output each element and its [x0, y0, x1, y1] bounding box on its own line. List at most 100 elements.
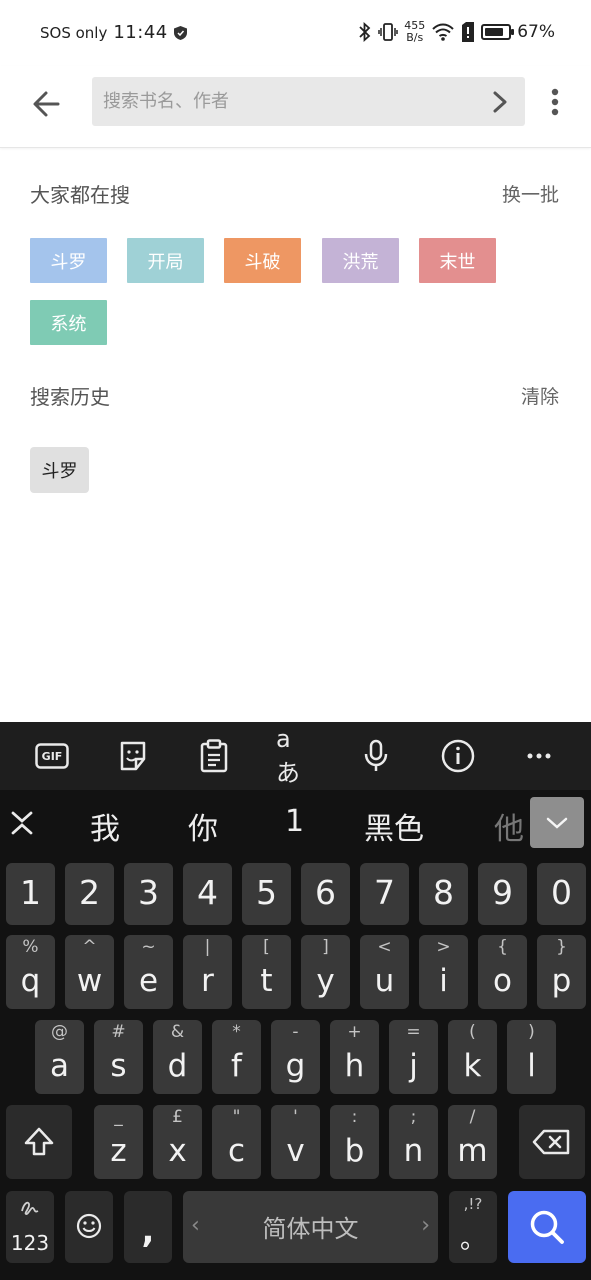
keyboard-key[interactable]: 6	[301, 863, 350, 925]
info-icon[interactable]	[440, 739, 476, 773]
keyboard-key[interactable]: 2	[65, 863, 114, 925]
keyboard-key[interactable]: | r	[183, 935, 232, 1009]
keyboard-key[interactable]: # s	[94, 1020, 143, 1094]
shift-key[interactable]	[6, 1105, 72, 1179]
key-label: 8	[433, 873, 454, 912]
key-label: 5	[256, 873, 277, 912]
search-key[interactable]	[508, 1191, 586, 1263]
key-secondary-label: +	[347, 1022, 362, 1042]
battery-percent: 67%	[517, 22, 555, 42]
battery-icon	[481, 24, 515, 40]
tag-label: 系统	[50, 313, 87, 335]
search-input[interactable]	[103, 77, 473, 126]
keyboard-key[interactable]: ' v	[271, 1105, 320, 1179]
trending-tag[interactable]: 洪荒	[322, 238, 399, 283]
key-secondary-label: "	[232, 1107, 241, 1127]
more-icon[interactable]	[521, 739, 557, 773]
keyboard-key[interactable]: @ a	[35, 1020, 84, 1094]
keyboard-key[interactable]: < u	[360, 935, 409, 1009]
keyboard-key[interactable]: 3	[124, 863, 173, 925]
trending-tag[interactable]: 末世	[419, 238, 496, 283]
emoji-key[interactable]	[65, 1191, 113, 1263]
key-secondary-label: £	[172, 1107, 183, 1127]
keyboard-key[interactable]: ~ e	[124, 935, 173, 1009]
suggestion-item[interactable]: 我	[90, 804, 120, 848]
key-secondary-label: ^	[82, 937, 97, 957]
suggestion-bar: 我 你 1 黑色 他	[0, 790, 591, 856]
keyboard-key[interactable]: 1	[6, 863, 55, 925]
keyboard-key[interactable]: = j	[389, 1020, 438, 1094]
history-item[interactable]: 斗罗	[30, 447, 89, 493]
keyboard-key[interactable]: > i	[419, 935, 468, 1009]
key-secondary-label: #	[111, 1022, 126, 1042]
key-label: l	[527, 1048, 536, 1084]
keyboard-key[interactable]: ^ w	[65, 935, 114, 1009]
key-label: o	[493, 963, 512, 999]
key-secondary-label: =	[406, 1022, 421, 1042]
keyboard-key[interactable]: [t	[242, 935, 291, 1009]
trending-tag[interactable]: 斗破	[224, 238, 301, 283]
keyboard-key[interactable]: " c	[212, 1105, 261, 1179]
keyboard-key[interactable]: / m	[448, 1105, 497, 1179]
backspace-key[interactable]	[519, 1105, 585, 1179]
keyboard-key[interactable]: {o	[478, 935, 527, 1009]
key-secondary-label: (	[469, 1022, 476, 1042]
space-key[interactable]: ‹ 简体中文 ›	[183, 1191, 438, 1263]
keyboard-key[interactable]: ) l	[507, 1020, 556, 1094]
history-item-label: 斗罗	[41, 461, 78, 482]
translate-icon[interactable]: aあ	[276, 725, 312, 787]
key-label: p	[551, 963, 572, 999]
tag-label: 洪荒	[342, 251, 379, 273]
keyboard-key[interactable]: £ x	[153, 1105, 202, 1179]
keyboard-key[interactable]: 7	[360, 863, 409, 925]
period-key[interactable]: ,!? 。	[449, 1191, 497, 1263]
keyboard-key[interactable]: % q	[6, 935, 55, 1009]
refresh-batch-button[interactable]: 换一批	[502, 180, 559, 207]
trending-tag[interactable]: 斗罗	[30, 238, 107, 283]
clear-history-button[interactable]: 清除	[521, 382, 559, 409]
keyboard-key[interactable]: _ z	[94, 1105, 143, 1179]
keyboard-key[interactable]: & d	[153, 1020, 202, 1094]
key-label: c	[227, 1133, 246, 1169]
search-box[interactable]	[92, 77, 525, 126]
translate-label: aあ	[276, 724, 300, 787]
keyboard-key[interactable]: :b	[330, 1105, 379, 1179]
suggestion-item[interactable]: 你	[188, 804, 218, 848]
keyboard-key[interactable]: 8	[419, 863, 468, 925]
clipboard-icon[interactable]	[196, 739, 232, 773]
suggestion-item[interactable]: 黑色	[364, 804, 424, 848]
keyboard-key[interactable]: + h	[330, 1020, 379, 1094]
keyboard-key[interactable]: ] y	[301, 935, 350, 1009]
suggestion-item[interactable]: 1	[285, 804, 304, 839]
more-vertical-icon[interactable]	[545, 86, 565, 118]
key-secondary-label: /	[469, 1107, 476, 1127]
keyboard-key[interactable]: (k	[448, 1020, 497, 1094]
collapse-keyboard-icon[interactable]	[9, 810, 35, 836]
keyboard-key[interactable]: * f	[212, 1020, 261, 1094]
chevron-right-icon[interactable]	[489, 90, 511, 114]
comma-key[interactable]: ,	[124, 1191, 172, 1263]
keyboard-key[interactable]: -g	[271, 1020, 320, 1094]
suggestion-item[interactable]: 他	[494, 804, 528, 848]
key-label: m	[457, 1133, 488, 1169]
keyboard-key[interactable]: 5	[242, 863, 291, 925]
keyboard-key[interactable]: 9	[478, 863, 527, 925]
comma-key-label: ,	[141, 1211, 155, 1251]
microphone-icon[interactable]	[358, 739, 394, 773]
keyboard-key[interactable]: } p	[537, 935, 586, 1009]
trending-tag[interactable]: 开局	[127, 238, 204, 283]
sticker-icon[interactable]	[115, 739, 151, 773]
trending-tag[interactable]: 系统	[30, 300, 107, 345]
key-label: f	[231, 1048, 242, 1084]
key-label: 0	[551, 873, 572, 912]
symbols-key[interactable]: 123	[6, 1191, 54, 1263]
expand-suggestions-button[interactable]	[530, 797, 584, 848]
wifi-icon	[432, 23, 454, 41]
keyboard-key[interactable]: 4	[183, 863, 232, 925]
back-arrow-icon[interactable]	[28, 86, 64, 122]
handwriting-icon	[21, 1201, 39, 1215]
search-header	[0, 66, 591, 148]
gif-icon[interactable]: GIF	[34, 739, 70, 773]
keyboard-key[interactable]: 0	[537, 863, 586, 925]
keyboard-key[interactable]: ; n	[389, 1105, 438, 1179]
